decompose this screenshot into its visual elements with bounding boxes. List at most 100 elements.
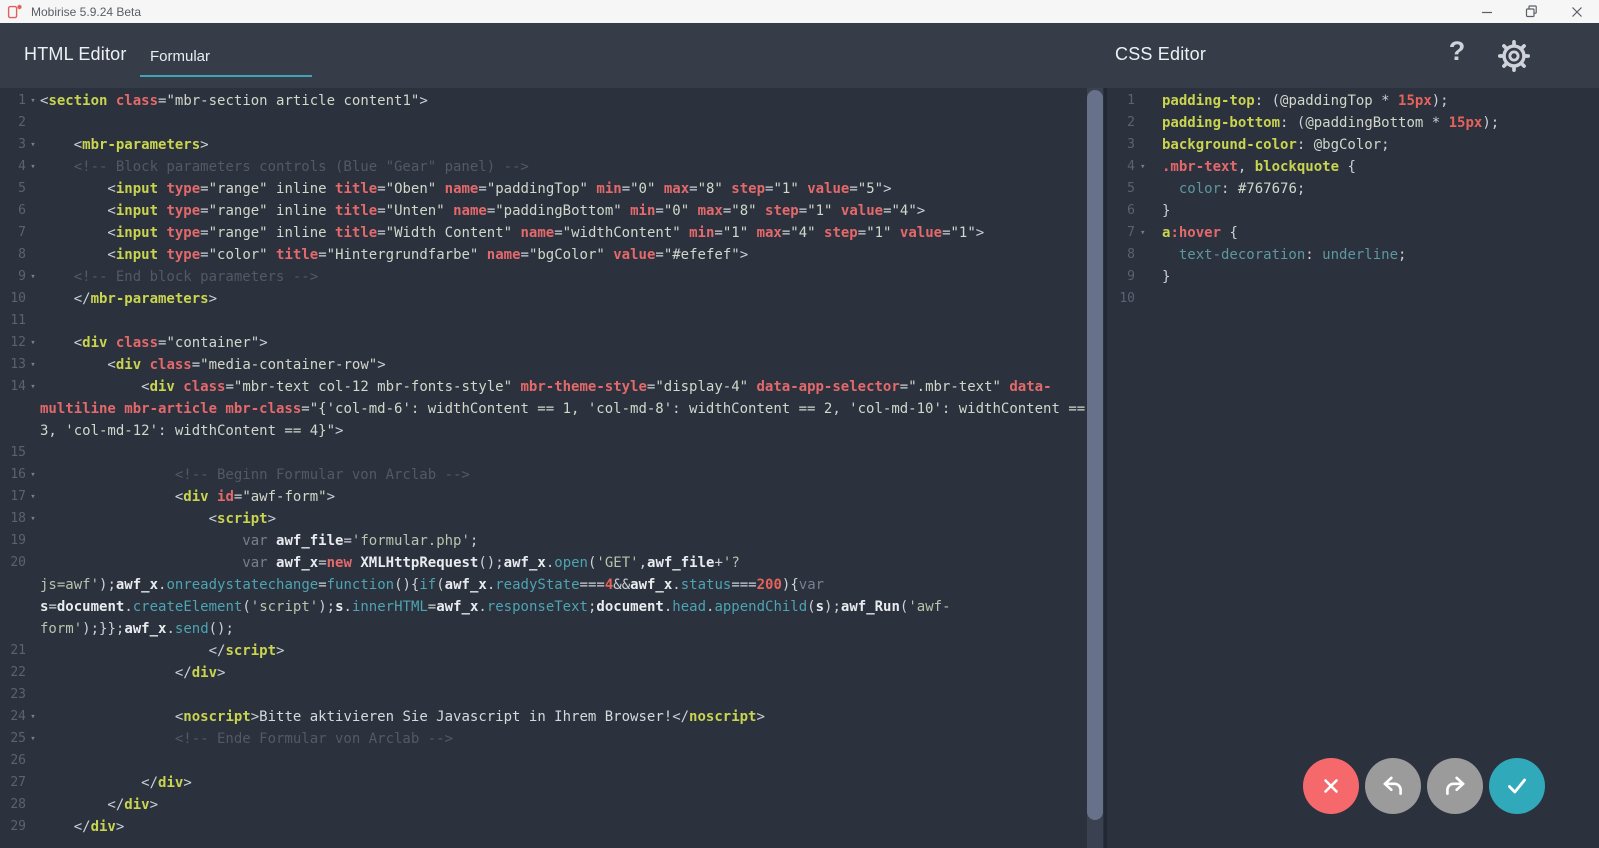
code-line[interactable]: 5 <input type="range" inline title="Oben… [0, 178, 1085, 200]
close-window-button[interactable] [1554, 0, 1599, 23]
css-code-editor[interactable]: 1 padding-top: (@paddingTop * 15px); 2 padd… [1107, 88, 1599, 848]
gutter: 2 [0, 112, 40, 134]
code-line[interactable]: 1 ▾ <section class="mbr-section article co… [0, 90, 1085, 112]
code-line[interactable]: 11 [0, 310, 1085, 332]
restore-button[interactable] [1509, 0, 1554, 23]
help-icon[interactable]: ? [1441, 36, 1473, 67]
code-line[interactable]: 4 ▾ <!-- Block parameters controls (Blue … [0, 156, 1085, 178]
code-line[interactable]: 20 var awf_x=new XMLHttpRequest();awf_x.… [0, 552, 1085, 574]
code-line[interactable]: 23 [0, 684, 1085, 706]
code-text: <!-- Beginn Formular von Arclab --> [40, 467, 470, 483]
code-line[interactable]: multiline mbr-article mbr-class="{'col-m… [0, 398, 1085, 420]
gutter: 6 [1107, 200, 1162, 222]
fold-arrow-icon[interactable]: ▾ [1135, 156, 1162, 178]
apply-button[interactable] [1489, 758, 1545, 814]
gutter [0, 574, 40, 596]
code-text: <div class="container"> [40, 335, 268, 351]
code-line[interactable]: 3 ▾ <mbr-parameters> [0, 134, 1085, 156]
fold-arrow-icon[interactable]: ▾ [26, 354, 40, 376]
line-number: 26 [10, 753, 26, 768]
line-number: 16 [10, 467, 26, 482]
fold-arrow-icon[interactable]: ▾ [26, 486, 40, 508]
code-line[interactable]: 5 color: #767676; [1107, 178, 1599, 200]
code-line[interactable]: 12 ▾ <div class="container"> [0, 332, 1085, 354]
code-line[interactable]: 17 ▾ <div id="awf-form"> [0, 486, 1085, 508]
code-line[interactable]: 27 </div> [0, 772, 1085, 794]
workspace: 1 ▾ <section class="mbr-section article co… [0, 88, 1599, 848]
code-line[interactable]: 19 var awf_file='formular.php'; [0, 530, 1085, 552]
code-line[interactable]: 7 <input type="range" inline title="Widt… [0, 222, 1085, 244]
undo-button[interactable] [1365, 758, 1421, 814]
line-number: 13 [10, 357, 26, 372]
minimize-button[interactable] [1464, 0, 1509, 23]
code-line[interactable]: 7 ▾ a:hover { [1107, 222, 1599, 244]
fold-arrow-icon[interactable]: ▾ [26, 156, 40, 178]
code-line[interactable]: 6 <input type="range" inline title="Unte… [0, 200, 1085, 222]
fold-arrow-icon[interactable]: ▾ [26, 706, 40, 728]
line-number: 1 [1127, 93, 1135, 108]
fold-arrow-icon[interactable]: ▾ [26, 508, 40, 530]
line-number: 28 [10, 797, 26, 812]
gutter: 23 [0, 684, 40, 706]
css-editor-title: CSS Editor [1115, 44, 1207, 64]
code-line[interactable]: 24 ▾ <noscript>Bitte aktivieren Sie Javas… [0, 706, 1085, 728]
code-line[interactable]: 29 </div> [0, 816, 1085, 838]
fold-arrow-icon[interactable]: ▾ [26, 332, 40, 354]
code-line[interactable]: 2 [0, 112, 1085, 134]
mobirise-logo-icon [7, 4, 22, 18]
fold-arrow-icon[interactable]: ▾ [26, 134, 40, 156]
code-line[interactable]: 26 [0, 750, 1085, 772]
gutter: 7 [0, 222, 40, 244]
code-line[interactable]: 14 ▾ <div class="mbr-text col-12 mbr-font… [0, 376, 1085, 398]
code-text: js=awf');awf_x.onreadystatechange=functi… [40, 577, 825, 593]
scrollbar[interactable] [1087, 88, 1103, 848]
gutter: 1 ▾ [0, 90, 40, 112]
html-code-editor[interactable]: 1 ▾ <section class="mbr-section article co… [0, 88, 1085, 848]
code-line[interactable]: 1 padding-top: (@paddingTop * 15px); [1107, 90, 1599, 112]
gutter: 22 [0, 662, 40, 684]
code-line[interactable]: 9} [1107, 266, 1599, 288]
tab-formular[interactable]: Formular [140, 48, 312, 65]
code-line[interactable]: 15 [0, 442, 1085, 464]
fold-arrow-icon[interactable]: ▾ [26, 728, 40, 750]
fold-arrow-icon[interactable]: ▾ [1135, 222, 1162, 244]
code-line[interactable]: 3 background-color: @bgColor; [1107, 134, 1599, 156]
code-line[interactable]: s=document.createElement('script');s.inn… [0, 596, 1085, 618]
fold-arrow-icon[interactable]: ▾ [26, 266, 40, 288]
fold-arrow-icon[interactable]: ▾ [26, 376, 40, 398]
code-line[interactable]: 10 [1107, 288, 1599, 310]
code-line[interactable]: js=awf');awf_x.onreadystatechange=functi… [0, 574, 1085, 596]
code-line[interactable]: 16 ▾ <!-- Beginn Formular von Arclab --> [0, 464, 1085, 486]
cancel-button[interactable] [1303, 758, 1359, 814]
gutter: 7 ▾ [1107, 222, 1162, 244]
scrollbar-thumb[interactable] [1087, 90, 1103, 820]
code-line[interactable]: form');}};awf_x.send(); [0, 618, 1085, 640]
code-line[interactable]: 25 ▾ <!-- Ende Formular von Arclab --> [0, 728, 1085, 750]
code-line[interactable]: 10 </mbr-parameters> [0, 288, 1085, 310]
code-line[interactable]: 4 ▾ .mbr-text, blockquote { [1107, 156, 1599, 178]
code-line[interactable]: 13 ▾ <div class="media-container-row"> [0, 354, 1085, 376]
code-line[interactable]: 6} [1107, 200, 1599, 222]
gear-icon[interactable] [1497, 39, 1531, 73]
code-line[interactable]: 9 ▾ <!-- End block parameters --> [0, 266, 1085, 288]
code-text: } [1162, 269, 1171, 285]
redo-button[interactable] [1427, 758, 1483, 814]
code-line[interactable]: 18 ▾ <script> [0, 508, 1085, 530]
fold-arrow-icon[interactable]: ▾ [26, 464, 40, 486]
code-line[interactable]: 8 text-decoration: underline; [1107, 244, 1599, 266]
code-line[interactable]: 3, 'col-md-12': widthContent == 4}"> [0, 420, 1085, 442]
code-line[interactable]: 21 </script> [0, 640, 1085, 662]
code-line[interactable]: 8 <input type="color" title="Hintergrund… [0, 244, 1085, 266]
fold-arrow-icon[interactable]: ▾ [26, 90, 40, 112]
code-line[interactable]: 22 </div> [0, 662, 1085, 684]
gutter: 29 [0, 816, 40, 838]
code-line[interactable]: 28 </div> [0, 794, 1085, 816]
code-line[interactable]: 2 padding-bottom: (@paddingBottom * 15px)… [1107, 112, 1599, 134]
